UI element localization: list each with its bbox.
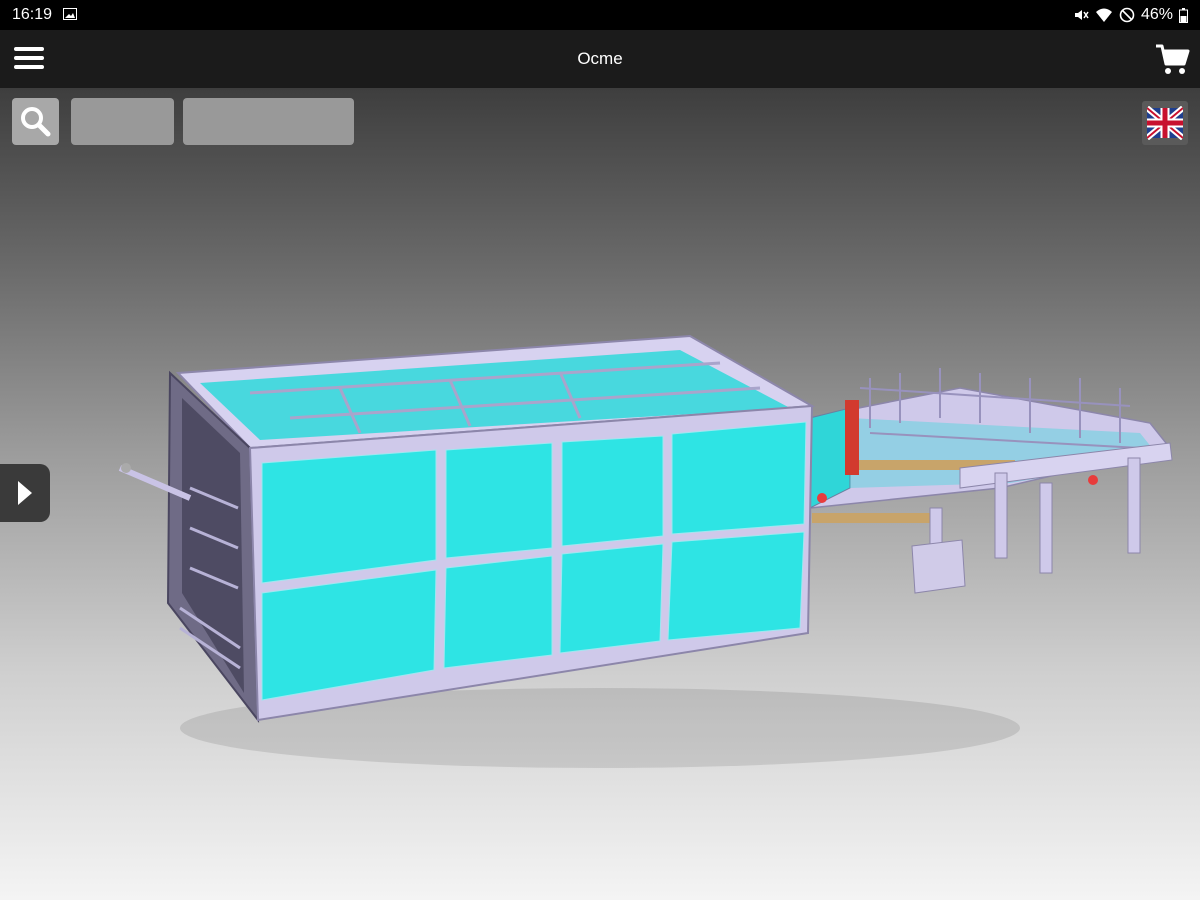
- view-button-2[interactable]: [183, 98, 354, 145]
- view-button-1[interactable]: [71, 98, 174, 145]
- main-cabinet: [118, 334, 816, 724]
- cart-icon[interactable]: [1154, 42, 1190, 76]
- status-bar: 16:19 46%: [0, 0, 1200, 30]
- chevron-right-icon: [18, 481, 32, 505]
- battery-icon: [1179, 7, 1188, 23]
- language-button[interactable]: [1142, 101, 1188, 145]
- mute-icon: [1074, 10, 1089, 20]
- status-icons: 46%: [1073, 6, 1188, 24]
- wifi-icon: [1095, 8, 1112, 22]
- app-title: Ocme: [577, 49, 623, 68]
- search-icon: [21, 107, 51, 137]
- model-viewport[interactable]: [0, 88, 1200, 900]
- machine-3d-model: [118, 334, 1173, 768]
- uk-flag-icon: [1147, 106, 1183, 140]
- do-not-disturb-icon: [1119, 7, 1135, 23]
- battery-percent: 46%: [1140, 6, 1173, 23]
- image-icon: [63, 8, 77, 20]
- conveyor-section: [807, 368, 1173, 594]
- search-button[interactable]: [12, 98, 59, 145]
- app-bar: Ocme: [0, 30, 1200, 88]
- status-time: 16:19: [12, 6, 53, 23]
- side-panel-toggle[interactable]: [0, 464, 50, 522]
